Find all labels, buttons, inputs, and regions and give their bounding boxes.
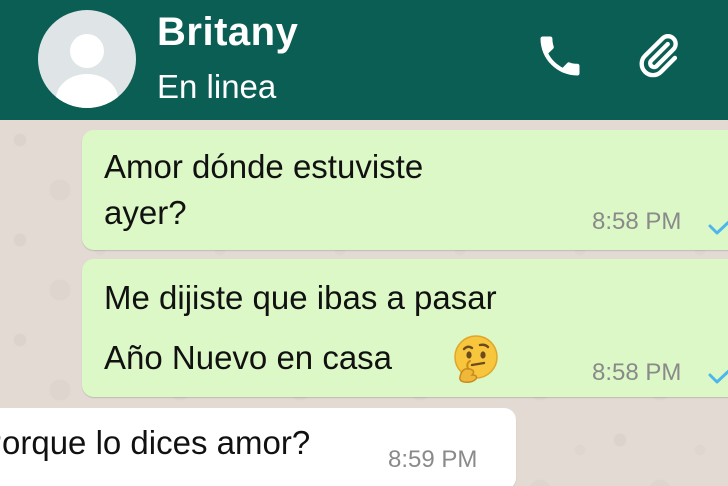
message-text-line: ayer? [104, 194, 187, 231]
message-text-line: Me dijiste que ibas a pasar [104, 279, 497, 316]
message-time: 8:59 PM [388, 446, 478, 473]
message-text-line: Año Nuevo en casa [104, 339, 393, 376]
message-text-line: Porque lo dices amor? [0, 424, 311, 461]
message-time: 8:58 PM [592, 208, 682, 235]
message-bubble-outgoing[interactable]: Me dijiste que ibas a pasar Año Nuevo en… [82, 259, 728, 397]
message-time: 8:58 PM [592, 359, 682, 386]
message-bubble-outgoing[interactable]: Amor dónde estuviste ayer? 8:58 PM [82, 130, 728, 250]
contact-name[interactable]: Britany [157, 10, 298, 55]
avatar-head-shape [70, 34, 104, 68]
avatar-body-shape [56, 74, 118, 108]
paperclip-icon[interactable] [632, 30, 684, 82]
delivered-check-icon [708, 369, 728, 384]
message-text-line: Amor dónde estuviste [104, 148, 424, 185]
chat-header: Britany En linea [0, 0, 728, 120]
phone-icon[interactable] [534, 30, 586, 82]
delivered-check-icon [708, 220, 728, 235]
contact-avatar[interactable] [38, 10, 136, 108]
thinking-face-icon [454, 335, 498, 383]
message-bubble-incoming[interactable]: Porque lo dices amor? 8:59 PM [0, 408, 516, 486]
contact-status: En linea [157, 68, 277, 105]
chat-screen: Britany En linea Amor dónde estuviste ay… [0, 0, 728, 486]
